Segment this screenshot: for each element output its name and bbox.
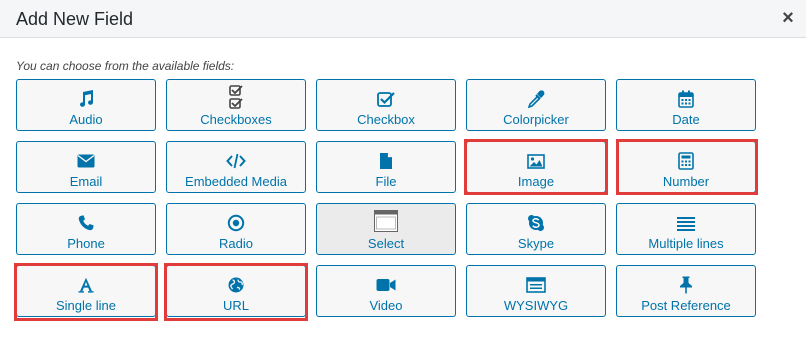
field-tile-radio[interactable]: Radio — [166, 203, 306, 255]
pin-icon — [617, 275, 755, 295]
field-label: Email — [69, 174, 103, 189]
calendar-icon — [617, 89, 755, 109]
close-icon[interactable]: × — [778, 8, 798, 28]
field-tile-colorpicker[interactable]: Colorpicker — [466, 79, 606, 131]
skype-icon — [467, 213, 605, 233]
envelope-icon — [17, 151, 155, 171]
field-tile-multiple-lines[interactable]: Multiple lines — [616, 203, 756, 255]
radio-icon — [167, 213, 305, 233]
field-label: Date — [672, 112, 700, 127]
field-tile-post-reference[interactable]: Post Reference — [616, 265, 756, 317]
checkbox-icon — [317, 89, 455, 109]
field-label: Checkbox — [357, 112, 415, 127]
select-box-icon — [317, 209, 455, 233]
field-tile-phone[interactable]: Phone — [16, 203, 156, 255]
field-tile-image[interactable]: Image — [466, 141, 606, 193]
music-note-icon — [17, 89, 155, 109]
field-tile-single-line[interactable]: Single line — [16, 265, 156, 317]
field-label: Colorpicker — [503, 112, 569, 127]
eyedropper-icon — [467, 89, 605, 109]
code-icon — [167, 151, 305, 171]
field-tile-url[interactable]: URL — [166, 265, 306, 317]
field-tile-date[interactable]: Date — [616, 79, 756, 131]
field-label: Audio — [69, 112, 103, 127]
editor-window-icon — [467, 275, 605, 295]
globe-icon — [167, 275, 305, 295]
phone-icon — [17, 213, 155, 233]
font-a-icon — [17, 275, 155, 295]
field-label: File — [375, 174, 397, 189]
field-label: Skype — [517, 236, 555, 251]
field-tile-file[interactable]: File — [316, 141, 456, 193]
field-label: Radio — [219, 236, 253, 251]
field-tile-email[interactable]: Email — [16, 141, 156, 193]
field-tile-checkboxes[interactable]: Checkboxes — [166, 79, 306, 131]
field-tile-audio[interactable]: Audio — [16, 79, 156, 131]
dialog-header: Add New Field × — [0, 0, 806, 38]
field-label: Post Reference — [641, 298, 731, 313]
hint-text: You can choose from the available fields… — [16, 59, 235, 73]
field-label: Image — [517, 174, 555, 189]
field-label: Checkboxes — [200, 112, 272, 127]
field-label: URL — [222, 298, 249, 313]
field-label: Number — [662, 174, 710, 189]
field-label: Multiple lines — [648, 236, 724, 251]
field-tile-select[interactable]: Select — [316, 203, 456, 255]
checkboxes-icon — [167, 84, 305, 110]
field-label: Phone — [67, 236, 105, 251]
field-label: WYSIWYG — [503, 298, 569, 313]
field-label: Video — [369, 298, 403, 313]
video-camera-icon — [317, 275, 455, 295]
field-tile-checkbox[interactable]: Checkbox — [316, 79, 456, 131]
image-icon — [467, 151, 605, 171]
file-icon — [317, 151, 455, 171]
field-label: Embedded Media — [185, 174, 287, 189]
field-tile-wysiwyg[interactable]: WYSIWYG — [466, 265, 606, 317]
field-tile-video[interactable]: Video — [316, 265, 456, 317]
calculator-icon — [617, 151, 755, 171]
lines-icon — [617, 213, 755, 233]
field-tile-embedded-media[interactable]: Embedded Media — [166, 141, 306, 193]
field-tile-number[interactable]: Number — [616, 141, 756, 193]
field-tile-skype[interactable]: Skype — [466, 203, 606, 255]
dialog-title: Add New Field — [16, 9, 134, 29]
field-grid: Audio Checkboxes Checkbox Colorpicker Da… — [16, 79, 756, 317]
field-label: Select — [367, 236, 405, 251]
field-label: Single line — [56, 298, 116, 313]
